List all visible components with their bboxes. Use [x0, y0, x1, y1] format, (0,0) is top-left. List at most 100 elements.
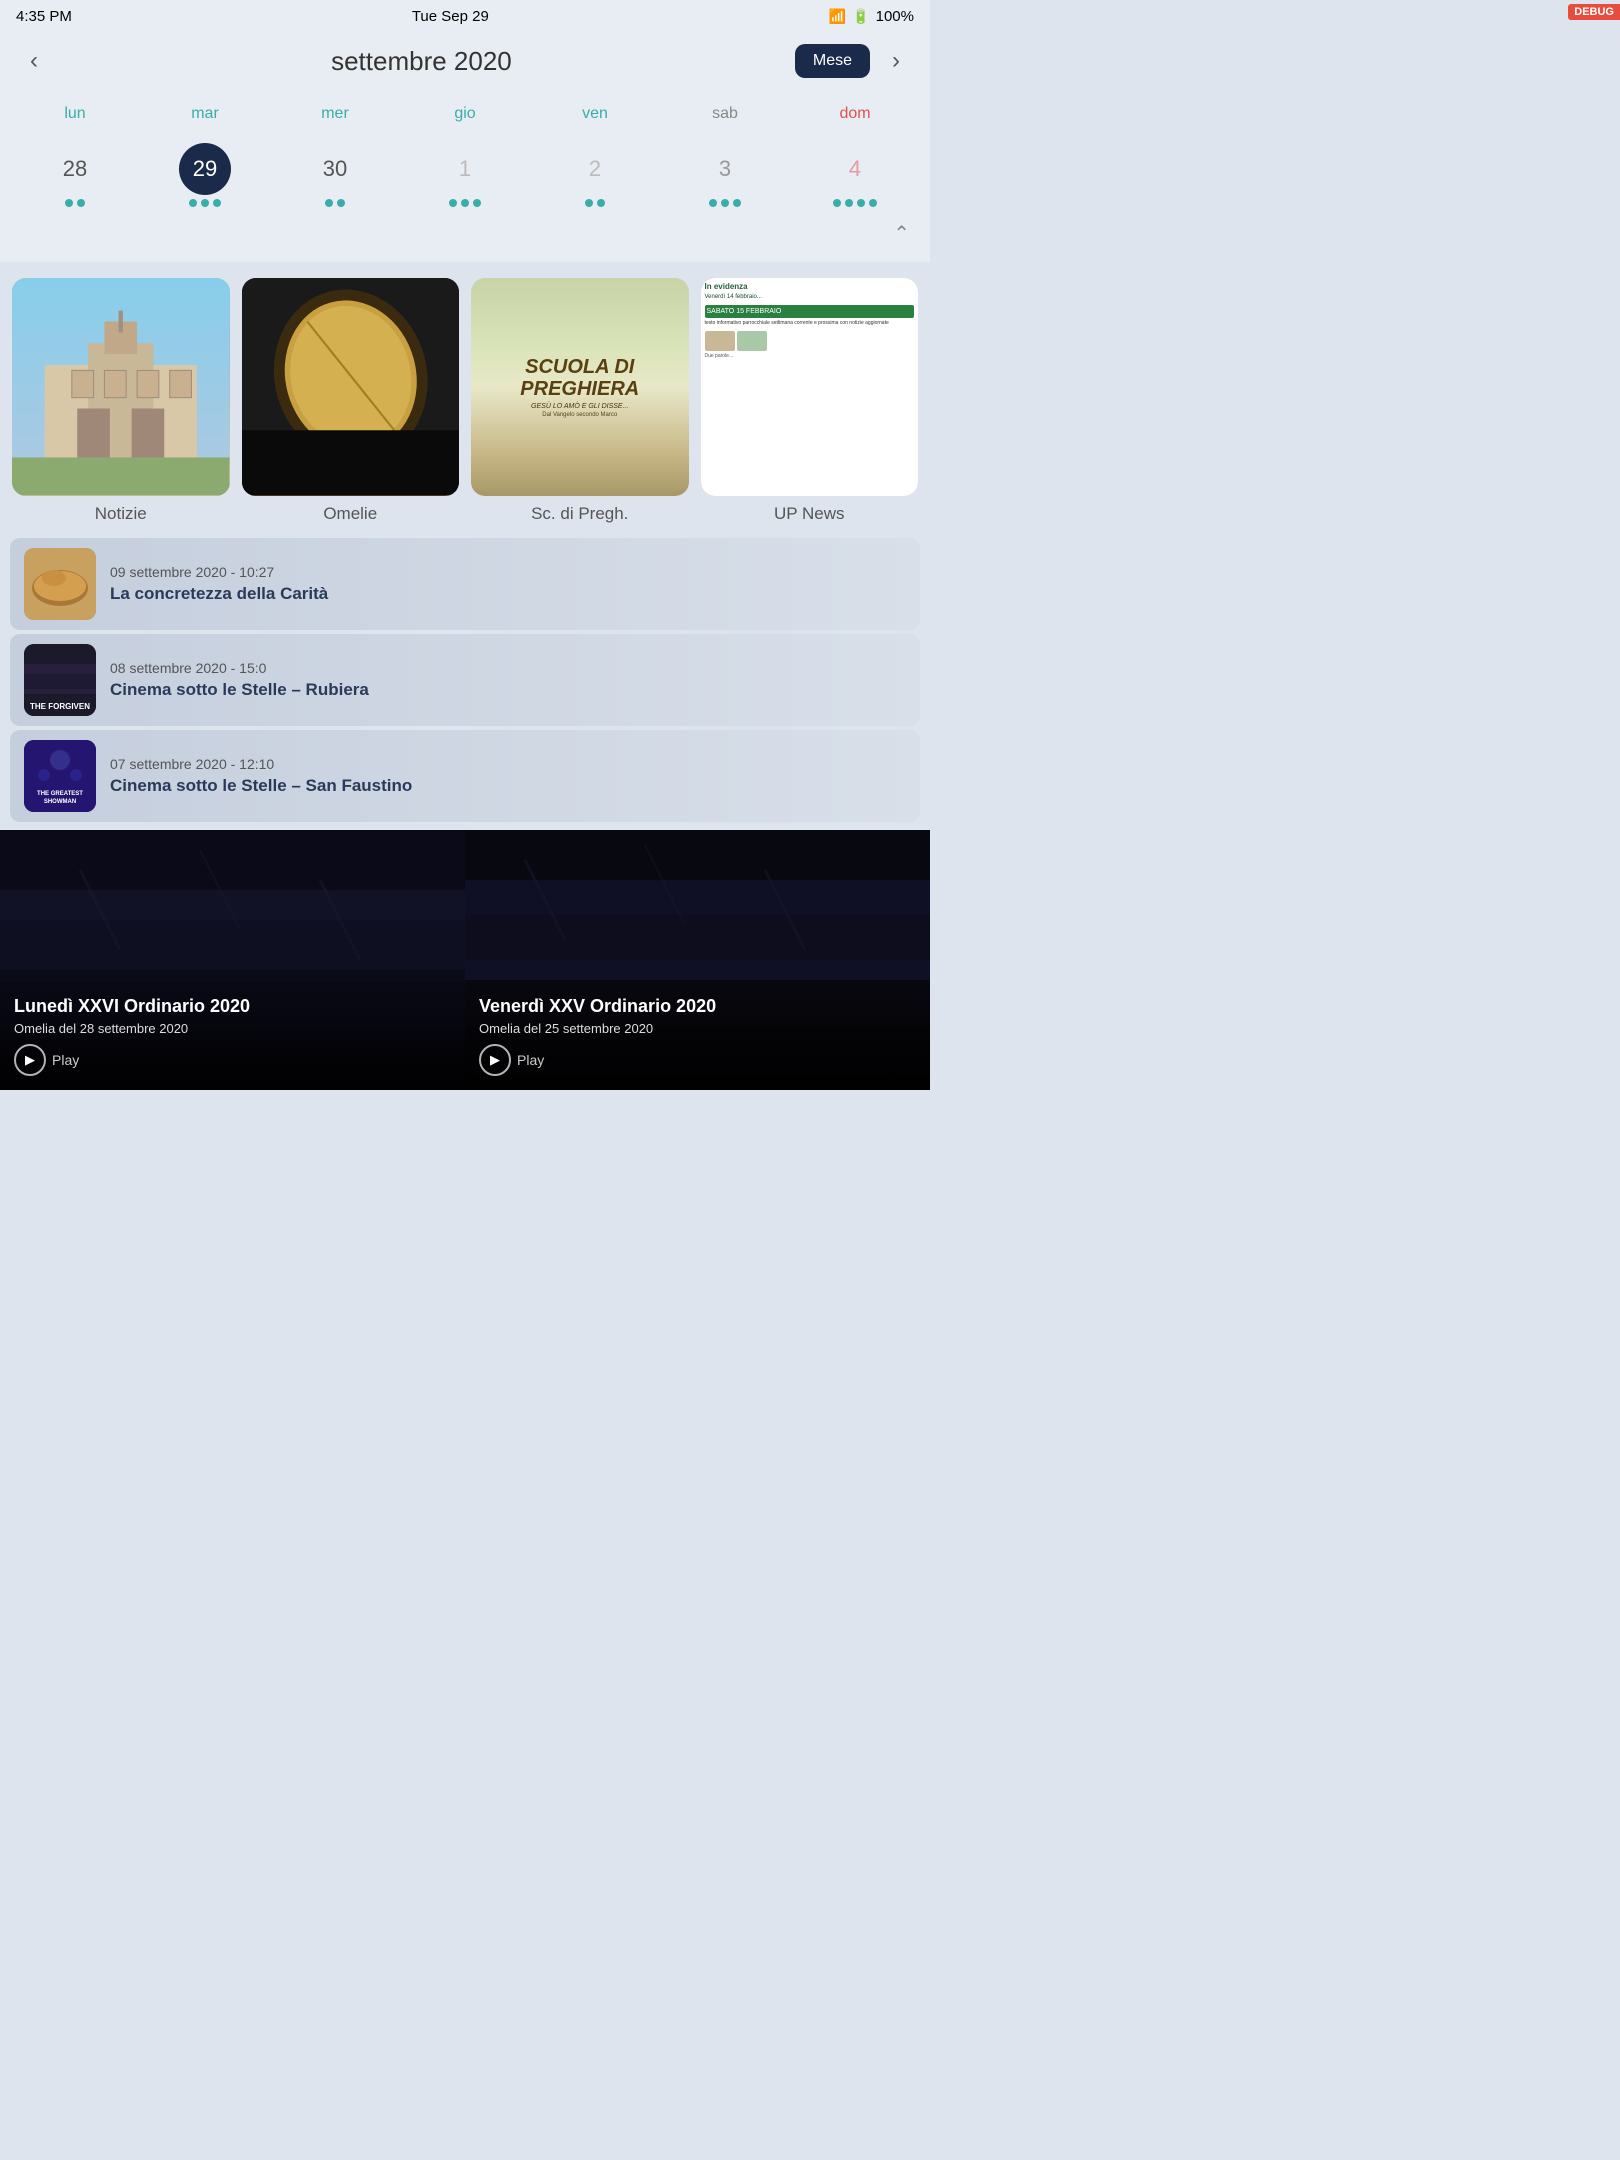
date-cell-28[interactable]: 28: [10, 137, 140, 213]
category-card-upnews[interactable]: In evidenza Venerdì 14 febbraio... SABAT…: [701, 278, 919, 524]
play-label-1: Play: [517, 1052, 544, 1068]
upnews-photos: [705, 331, 915, 351]
article-title-0: La concretezza della Carità: [110, 584, 906, 604]
next-month-button[interactable]: ›: [882, 43, 910, 79]
svg-text:SHOWMAN: SHOWMAN: [44, 799, 76, 805]
dot: [733, 199, 741, 207]
day-header-mar: mar: [140, 99, 270, 129]
battery-icon: 🔋: [852, 8, 869, 25]
video-grid: Lunedì XXVI Ordinario 2020 Omelia del 28…: [0, 830, 930, 1090]
dot: [473, 199, 481, 207]
video-play-row-0: ▶ Play: [14, 1044, 451, 1076]
dot: [325, 199, 333, 207]
category-img-omelie: [242, 278, 460, 496]
date-cell-2[interactable]: 2: [530, 137, 660, 213]
collapse-arrow[interactable]: ⌃: [0, 217, 930, 252]
dot: [833, 199, 841, 207]
day-header-dom: dom: [790, 99, 920, 129]
category-section: Notizie Omelie: [0, 262, 930, 534]
calendar-grid: lun mar mer gio ven sab dom 28 29 30: [0, 89, 930, 262]
date-num-3: 3: [699, 143, 751, 195]
article-info-2: 07 settembre 2020 - 12:10 Cinema sotto l…: [110, 756, 906, 796]
video-subtitle-0: Omelia del 28 settembre 2020: [14, 1021, 451, 1036]
svg-text:THE GREATEST: THE GREATEST: [37, 791, 83, 797]
chevron-up-icon: ⌃: [893, 223, 910, 245]
article-thumb-2: THE GREATEST SHOWMAN: [24, 740, 96, 812]
play-button-0[interactable]: ▶: [14, 1044, 46, 1076]
dot: [201, 199, 209, 207]
preghiera-title-text: SCUOLA DIPREGHIERA: [520, 356, 639, 400]
day-header-lun: lun: [10, 99, 140, 129]
day-header-ven: ven: [530, 99, 660, 129]
date-cell-3[interactable]: 3: [660, 137, 790, 213]
date-num-2: 2: [569, 143, 621, 195]
dot: [845, 199, 853, 207]
category-card-notizie[interactable]: Notizie: [12, 278, 230, 524]
debug-badge: DEBUG: [1568, 4, 1620, 20]
showman-image: THE GREATEST SHOWMAN: [24, 740, 96, 812]
mese-button[interactable]: Mese: [795, 44, 870, 78]
day-header-sab: sab: [660, 99, 790, 129]
dot: [461, 199, 469, 207]
video-title-0: Lunedì XXVI Ordinario 2020: [14, 996, 451, 1017]
article-date-1: 08 settembre 2020 - 15:0: [110, 660, 906, 676]
play-button-1[interactable]: ▶: [479, 1044, 511, 1076]
article-list: 09 settembre 2020 - 10:27 La concretezza…: [0, 538, 930, 822]
date-cell-30[interactable]: 30: [270, 137, 400, 213]
dot: [65, 199, 73, 207]
dots-29: [189, 199, 221, 207]
dots-28: [65, 199, 85, 207]
article-info-1: 08 settembre 2020 - 15:0 Cinema sotto le…: [110, 660, 906, 700]
article-item-2[interactable]: THE GREATEST SHOWMAN 07 settembre 2020 -…: [10, 730, 920, 822]
article-title-2: Cinema sotto le Stelle – San Faustino: [110, 776, 906, 796]
video-subtitle-1: Omelia del 25 settembre 2020: [479, 1021, 916, 1036]
video-overlay-0: Lunedì XXVI Ordinario 2020 Omelia del 28…: [0, 982, 465, 1090]
dots-3: [709, 199, 741, 207]
article-item-0[interactable]: 09 settembre 2020 - 10:27 La concretezza…: [10, 538, 920, 630]
date-cell-1[interactable]: 1: [400, 137, 530, 213]
day-header-mer: mer: [270, 99, 400, 129]
dots-30: [325, 199, 345, 207]
forgiven-text: THE FORGIVEN: [30, 703, 90, 712]
category-img-preghiera: SCUOLA DIPREGHIERA GESÙ LO AMÒ E GLI DIS…: [471, 278, 689, 496]
video-card-1[interactable]: Venerdì XXV Ordinario 2020 Omelia del 25…: [465, 830, 930, 1090]
article-thumb-1: THE FORGIVEN: [24, 644, 96, 716]
preghiera-gospel: Dal Vangelo secondo Marco: [542, 412, 617, 418]
date-cell-29[interactable]: 29: [140, 137, 270, 213]
dot: [77, 199, 85, 207]
dot: [585, 199, 593, 207]
category-card-omelie[interactable]: Omelie: [242, 278, 460, 524]
category-card-preghiera[interactable]: SCUOLA DIPREGHIERA GESÙ LO AMÒ E GLI DIS…: [471, 278, 689, 524]
dot: [857, 199, 865, 207]
play-label-0: Play: [52, 1052, 79, 1068]
article-item-1[interactable]: THE FORGIVEN 08 settembre 2020 - 15:0 Ci…: [10, 634, 920, 726]
dot: [337, 199, 345, 207]
date-num-28: 28: [49, 143, 101, 195]
dot: [213, 199, 221, 207]
date-cell-4[interactable]: 4: [790, 137, 920, 213]
wifi-icon: 📶: [829, 8, 846, 25]
category-label-notizie: Notizie: [95, 504, 147, 524]
date-num-29: 29: [179, 143, 231, 195]
dots-2: [585, 199, 605, 207]
article-info-0: 09 settembre 2020 - 10:27 La concretezza…: [110, 564, 906, 604]
article-date-0: 09 settembre 2020 - 10:27: [110, 564, 906, 580]
upnews-image: In evidenza Venerdì 14 febbraio... SABAT…: [701, 278, 919, 496]
category-img-upnews: In evidenza Venerdì 14 febbraio... SABAT…: [701, 278, 919, 496]
dot: [597, 199, 605, 207]
calendar-header: ‹ settembre 2020 Mese ›: [0, 33, 930, 89]
article-title-1: Cinema sotto le Stelle – Rubiera: [110, 680, 906, 700]
dates-row: 28 29 30 1: [0, 133, 930, 217]
dot: [869, 199, 877, 207]
prev-month-button[interactable]: ‹: [20, 43, 48, 79]
date-num-4: 4: [829, 143, 881, 195]
video-card-0[interactable]: Lunedì XXVI Ordinario 2020 Omelia del 28…: [0, 830, 465, 1090]
status-date: Tue Sep 29: [412, 8, 489, 25]
category-label-omelie: Omelie: [323, 504, 377, 524]
bible-image: [242, 278, 460, 496]
church-image: [12, 278, 230, 496]
category-label-upnews: UP News: [774, 504, 845, 524]
video-overlay-1: Venerdì XXV Ordinario 2020 Omelia del 25…: [465, 982, 930, 1090]
video-play-row-1: ▶ Play: [479, 1044, 916, 1076]
preghiera-sub-text: GESÙ LO AMÒ E GLI DISSE...: [531, 403, 628, 410]
